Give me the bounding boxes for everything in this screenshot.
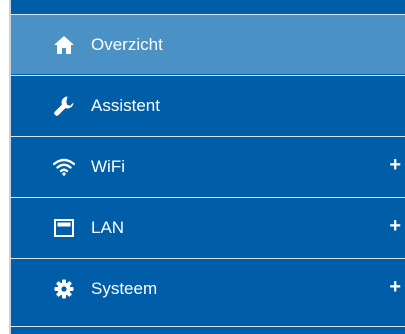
sidebar-item-overzicht[interactable]: Overzicht (11, 14, 405, 74)
sidebar-item-assistent[interactable]: Assistent (11, 75, 405, 135)
sidebar-item-lan[interactable]: LAN + (11, 197, 405, 257)
lan-window-icon (52, 216, 76, 240)
expand-plus-icon[interactable]: + (389, 154, 401, 176)
sidebar-item-systeem[interactable]: Systeem + (11, 258, 405, 318)
sidebar-item-label: WiFi (91, 157, 125, 176)
wrench-icon (52, 94, 76, 118)
app-frame: Overzicht Assistent WiFi + LAN + Systeem… (0, 0, 405, 334)
sidebar-item-label: Assistent (91, 96, 160, 115)
sidebar-item-label: Overzicht (91, 35, 163, 54)
sidebar-item-wifi[interactable]: WiFi + (11, 136, 405, 196)
expand-plus-icon[interactable]: + (389, 276, 401, 298)
sidebar-menu: Overzicht Assistent WiFi + LAN + Systeem… (11, 0, 405, 334)
menu-next-item-partial (11, 327, 405, 334)
home-icon (52, 33, 76, 57)
menu-top-strip (11, 0, 405, 14)
gear-icon (52, 277, 76, 301)
sidebar-item-label: Systeem (91, 279, 158, 298)
wifi-icon (52, 155, 76, 179)
page-margin (0, 0, 9, 334)
sidebar-item-label: LAN (91, 218, 125, 237)
expand-plus-icon[interactable]: + (389, 215, 401, 237)
